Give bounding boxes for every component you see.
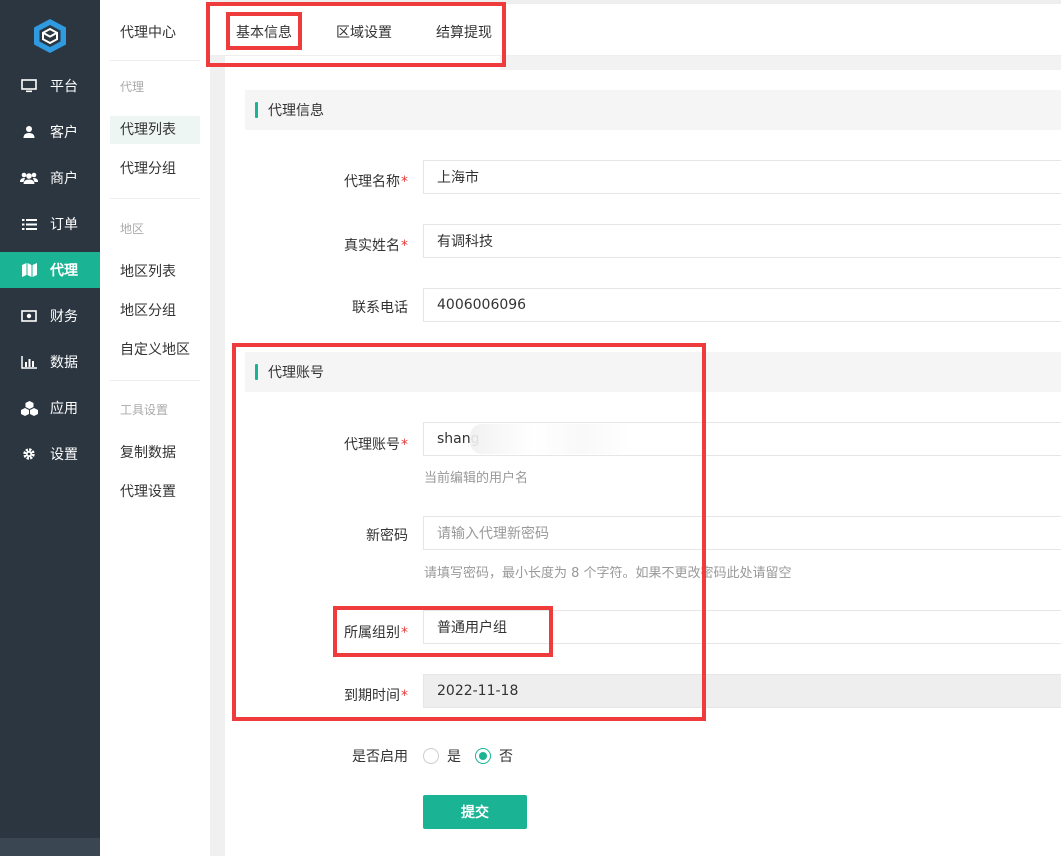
nav-footer[interactable]	[0, 838, 100, 856]
nav-item-label: 客户	[50, 125, 78, 141]
expire-label: 到期时间*	[344, 688, 408, 704]
nav-item-label: 平台	[50, 79, 78, 95]
users-icon	[20, 171, 38, 185]
sub-item-agent-group[interactable]: 代理分组	[110, 155, 200, 183]
gutter	[210, 0, 225, 856]
nav-item-label: 代理	[50, 263, 78, 279]
submit-button[interactable]: 提交	[423, 795, 527, 829]
group-label: 所属组别*	[344, 625, 408, 641]
nav-item-apps[interactable]: 应用	[0, 390, 100, 426]
redaction-blur	[470, 424, 630, 454]
tab-settlement[interactable]: 结算提现	[436, 22, 492, 42]
sub-section-tools: 工具设置	[120, 403, 169, 417]
nav-item-label: 应用	[50, 401, 78, 417]
sub-item-agent-list[interactable]: 代理列表	[110, 116, 200, 144]
section-marker	[255, 364, 258, 380]
password-label: 新密码	[366, 528, 408, 544]
list-icon	[20, 218, 38, 231]
tab-gap	[500, 56, 1061, 70]
sub-item-region-list[interactable]: 地区列表	[110, 258, 200, 286]
user-icon	[20, 125, 38, 139]
radio-no[interactable]	[475, 748, 491, 764]
nav-item-label: 财务	[50, 309, 78, 325]
phone-input[interactable]: 4006006096	[423, 288, 1061, 322]
divider	[110, 198, 200, 199]
tab-region-settings[interactable]: 区域设置	[336, 22, 392, 42]
app-root: 平台 客户 商户 订单 代理 财务 数据 应用 设置 代理中心 代理 代理列表 …	[0, 0, 1061, 856]
main-nav: 平台 客户 商户 订单 代理 财务 数据 应用 设置	[0, 0, 100, 856]
gear-icon	[20, 447, 38, 461]
sub-nav-title: 代理中心	[120, 25, 176, 41]
section-title: 代理信息	[268, 103, 324, 119]
phone-label: 联系电话	[352, 300, 408, 316]
nav-item-label: 数据	[50, 355, 78, 371]
nav-item-order[interactable]: 订单	[0, 206, 100, 242]
account-help: 当前编辑的用户名	[424, 471, 529, 486]
monitor-icon	[20, 79, 38, 93]
enabled-label: 是否启用	[352, 749, 408, 765]
nav-item-platform[interactable]: 平台	[0, 68, 100, 104]
bar-chart-icon	[20, 355, 38, 369]
nav-item-settings[interactable]: 设置	[0, 436, 100, 472]
real-name-label: 真实姓名*	[344, 238, 408, 254]
logo[interactable]	[0, 0, 100, 72]
nav-item-customer[interactable]: 客户	[0, 114, 100, 150]
password-help: 请填写密码，最小长度为 8 个字符。如果不更改密码此处请留空	[424, 566, 792, 581]
sub-section-region: 地区	[120, 222, 145, 236]
map-icon	[20, 263, 38, 277]
section-title: 代理账号	[268, 365, 324, 381]
nav-item-label: 设置	[50, 447, 78, 463]
nav-item-agent[interactable]: 代理	[0, 252, 100, 288]
account-label: 代理账号*	[344, 437, 408, 453]
radio-yes[interactable]	[423, 748, 439, 764]
tab-basic-info[interactable]: 基本信息	[236, 22, 292, 42]
section-header-account: 代理账号	[245, 352, 1061, 392]
agent-name-input[interactable]: 上海市	[423, 160, 1061, 194]
sub-nav: 代理中心 代理 代理列表 代理分组 地区 地区列表 地区分组 自定义地区 工具设…	[100, 0, 210, 856]
section-marker	[255, 102, 258, 118]
money-icon	[20, 310, 38, 322]
sub-item-copy-data[interactable]: 复制数据	[110, 439, 200, 467]
sub-item-agent-settings[interactable]: 代理设置	[110, 478, 200, 506]
sub-item-custom-region[interactable]: 自定义地区	[110, 336, 200, 364]
real-name-input[interactable]: 有调科技	[423, 224, 1061, 258]
radio-yes-label: 是	[447, 749, 461, 765]
nav-item-merchant[interactable]: 商户	[0, 160, 100, 196]
agent-name-label: 代理名称*	[344, 174, 408, 190]
nav-item-label: 商户	[50, 171, 78, 187]
tab-bar: 基本信息 区域设置 结算提现	[210, 4, 1061, 56]
nav-item-label: 订单	[50, 217, 78, 233]
sub-section-agent: 代理	[120, 80, 145, 94]
radio-no-label: 否	[499, 749, 513, 765]
divider	[110, 380, 200, 381]
cubes-icon	[20, 400, 38, 416]
password-input[interactable]: 请输入代理新密码	[423, 516, 1061, 550]
nav-item-data[interactable]: 数据	[0, 344, 100, 380]
section-header-info: 代理信息	[245, 90, 1061, 130]
group-select[interactable]: 普通用户组	[423, 610, 1061, 644]
sub-item-region-group[interactable]: 地区分组	[110, 297, 200, 325]
nav-item-finance[interactable]: 财务	[0, 298, 100, 334]
expire-input[interactable]: 2022-11-18	[423, 674, 1061, 708]
divider	[110, 60, 200, 61]
logo-icon	[34, 19, 66, 53]
